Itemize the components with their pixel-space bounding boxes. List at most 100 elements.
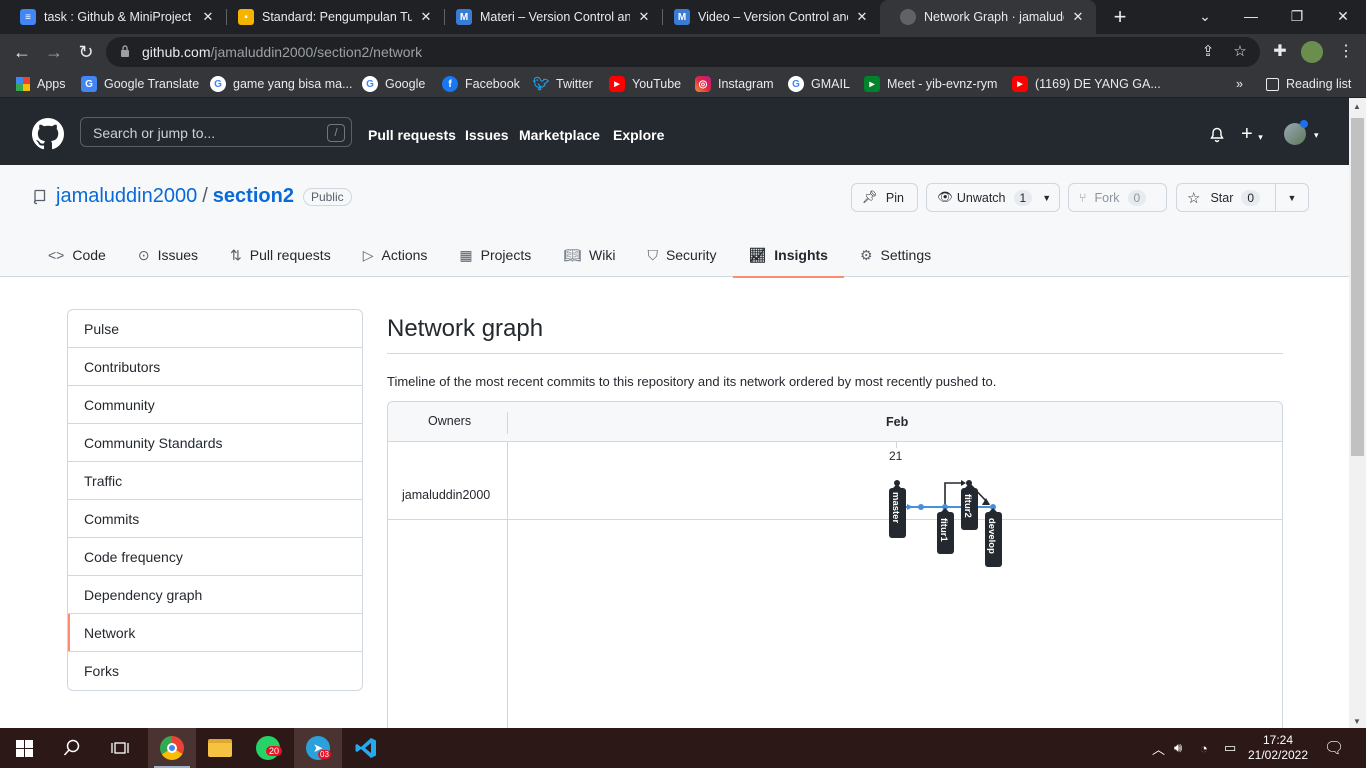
tab-insights[interactable]: 📈︎ Insights (732, 233, 845, 278)
reload-button[interactable]: ↻ (74, 40, 98, 64)
tab-code[interactable]: <> Code (32, 233, 122, 277)
notification-center-icon[interactable]: 🗨︎ (1324, 728, 1344, 768)
create-new-icon[interactable]: + ▾ (1241, 123, 1263, 146)
branch-label-fitur1[interactable]: fitur1 (938, 518, 949, 542)
repo-name-link[interactable]: section2 (213, 185, 294, 208)
tray-chevron-icon[interactable]: ︿ (1152, 728, 1165, 768)
clock[interactable]: 17:24 21/02/2022 (1246, 728, 1310, 768)
tab-actions[interactable]: ▷ Actions (347, 233, 444, 277)
taskbar-telegram[interactable]: ➤ 03 (294, 728, 342, 768)
close-window-button[interactable]: ✕ (1320, 0, 1366, 34)
tab-wiki[interactable]: 📖︎ Wiki (547, 233, 631, 277)
battery-icon[interactable]: ▭ (1224, 728, 1236, 768)
maximize-button[interactable]: ❐ (1274, 0, 1320, 34)
bookmark-youtube[interactable]: ▶ YouTube (609, 75, 681, 93)
nav-pull-requests[interactable]: Pull requests (368, 127, 456, 143)
star-button[interactable]: ☆ Star 0 (1176, 183, 1276, 212)
taskbar-file-explorer[interactable] (196, 728, 244, 768)
close-tab-icon[interactable]: ✕ (200, 9, 216, 25)
address-bar[interactable]: github.com/jamaluddin2000/section2/netwo… (106, 37, 1260, 67)
sidebar-item-network[interactable]: Network (68, 614, 362, 652)
github-search-input[interactable]: Search or jump to... / (80, 117, 352, 147)
taskbar-whatsapp[interactable]: 20 (244, 728, 292, 768)
youtube-icon: ▶ (1012, 76, 1028, 92)
network-graph[interactable]: Owners Feb 21 jamaluddin2000 master fitu… (387, 401, 1283, 731)
table-icon: ▦ (459, 246, 473, 263)
taskbar-chrome[interactable] (148, 728, 196, 768)
bookmark-youtube-video[interactable]: ▶ (1169) DE YANG GA... (1012, 75, 1161, 93)
minimize-button[interactable]: — (1228, 0, 1274, 34)
sidebar-item-forks[interactable]: Forks (68, 652, 362, 690)
bookmark-star-icon[interactable]: ☆ (1230, 42, 1250, 62)
forward-button[interactable]: → (42, 40, 66, 64)
close-tab-icon[interactable]: ✕ (418, 9, 434, 25)
wifi-icon[interactable]: ◔ (1200, 728, 1208, 768)
new-tab-button[interactable]: + (1108, 5, 1132, 29)
tab-security[interactable]: ⛉ Security (631, 233, 732, 277)
start-button[interactable] (0, 728, 48, 768)
branch-label-master[interactable]: master (890, 492, 901, 523)
bookmark-instagram[interactable]: ◎ Instagram (695, 75, 774, 93)
bookmark-game[interactable]: G game yang bisa ma... (210, 75, 353, 93)
close-tab-icon[interactable]: ✕ (636, 9, 652, 25)
tab-settings[interactable]: ⚙ Settings (844, 233, 947, 277)
search-button[interactable] (48, 728, 96, 768)
scrollbar-thumb[interactable] (1351, 118, 1364, 456)
bookmark-google[interactable]: G Google (362, 75, 425, 93)
user-avatar[interactable]: ▾ (1284, 119, 1319, 145)
tab-projects[interactable]: ▦ Projects (443, 233, 547, 277)
sidebar-item-traffic[interactable]: Traffic (68, 462, 362, 500)
more-bookmarks-button[interactable]: » (1236, 75, 1243, 93)
commit-dot[interactable] (918, 504, 924, 510)
github-logo-icon[interactable] (32, 118, 64, 150)
bookmark-facebook[interactable]: f Facebook (442, 75, 520, 93)
browser-tab-2[interactable]: ▪ Standard: Pengumpulan Tugas ✕ (218, 0, 444, 34)
tab-pull-requests[interactable]: ⇅ Pull requests (214, 233, 347, 277)
sidebar-item-community-standards[interactable]: Community Standards (68, 424, 362, 462)
nav-explore[interactable]: Explore (613, 127, 664, 143)
chrome-menu-icon[interactable]: ⋮ (1334, 40, 1358, 64)
notification-bell-icon[interactable] (1209, 127, 1225, 143)
scroll-up-arrow[interactable]: ▲ (1353, 102, 1361, 111)
extensions-icon[interactable]: ✚ (1268, 40, 1292, 64)
scroll-down-arrow[interactable]: ▼ (1353, 717, 1361, 726)
sidebar-item-contributors[interactable]: Contributors (68, 348, 362, 386)
volume-icon[interactable]: 🔊︎ (1174, 728, 1182, 768)
unwatch-button[interactable]: 👁︎ Unwatch 1 ▼ (926, 183, 1060, 212)
page-scrollbar[interactable]: ▲ ▼ (1349, 98, 1366, 728)
commit-graph[interactable]: master fitur1 fitur2 develop (878, 472, 1008, 572)
pin-button[interactable]: 📌︎ Pin (851, 183, 918, 212)
back-button[interactable]: ← (10, 40, 34, 64)
sidebar-item-code-frequency[interactable]: Code frequency (68, 538, 362, 576)
reading-list-button[interactable]: Reading list (1266, 75, 1351, 93)
profile-avatar[interactable] (1300, 40, 1324, 64)
bookmark-meet[interactable]: ▸ Meet - yib-evnz-rym (864, 75, 997, 93)
sidebar-item-community[interactable]: Community (68, 386, 362, 424)
close-tab-icon[interactable]: ✕ (854, 9, 870, 25)
tab-issues[interactable]: ⊙ Issues (122, 233, 214, 277)
bookmark-google-translate[interactable]: G Google Translate (81, 75, 199, 93)
bookmark-apps[interactable]: Apps (16, 75, 66, 93)
taskbar-vscode[interactable] (342, 728, 390, 768)
close-tab-icon[interactable]: ✕ (1070, 9, 1086, 25)
repo-owner-link[interactable]: jamaluddin2000 (56, 185, 197, 208)
sidebar-item-pulse[interactable]: Pulse (68, 310, 362, 348)
task-view-button[interactable] (96, 728, 144, 768)
sidebar-item-dependency-graph[interactable]: Dependency graph (68, 576, 362, 614)
browser-tab-4[interactable]: M Video – Version Control and ✕ (654, 0, 880, 34)
bookmark-twitter[interactable]: 🐦︎ Twitter (533, 75, 593, 93)
browser-tab-active[interactable]: Network Graph · jamaluddin2 ✕ (880, 0, 1096, 34)
share-icon[interactable]: ⇪ (1198, 42, 1218, 62)
nav-issues[interactable]: Issues (465, 127, 509, 143)
fork-button[interactable]: ⑂ Fork 0 (1068, 183, 1167, 212)
sidebar-item-commits[interactable]: Commits (68, 500, 362, 538)
owner-name[interactable]: jamaluddin2000 (402, 488, 490, 502)
browser-tab-1[interactable]: ≡ task : Github & MiniProject 1 ✕ (0, 0, 226, 34)
tab-search-icon[interactable]: ⌄ (1182, 0, 1228, 34)
branch-label-develop[interactable]: develop (986, 518, 997, 554)
branch-label-fitur2[interactable]: fitur2 (962, 494, 973, 518)
browser-tab-3[interactable]: M Materi – Version Control and ✕ (436, 0, 662, 34)
nav-marketplace[interactable]: Marketplace (519, 127, 600, 143)
star-list-dropdown[interactable]: ▼ (1275, 183, 1309, 212)
bookmark-gmail[interactable]: G GMAIL (788, 75, 850, 93)
